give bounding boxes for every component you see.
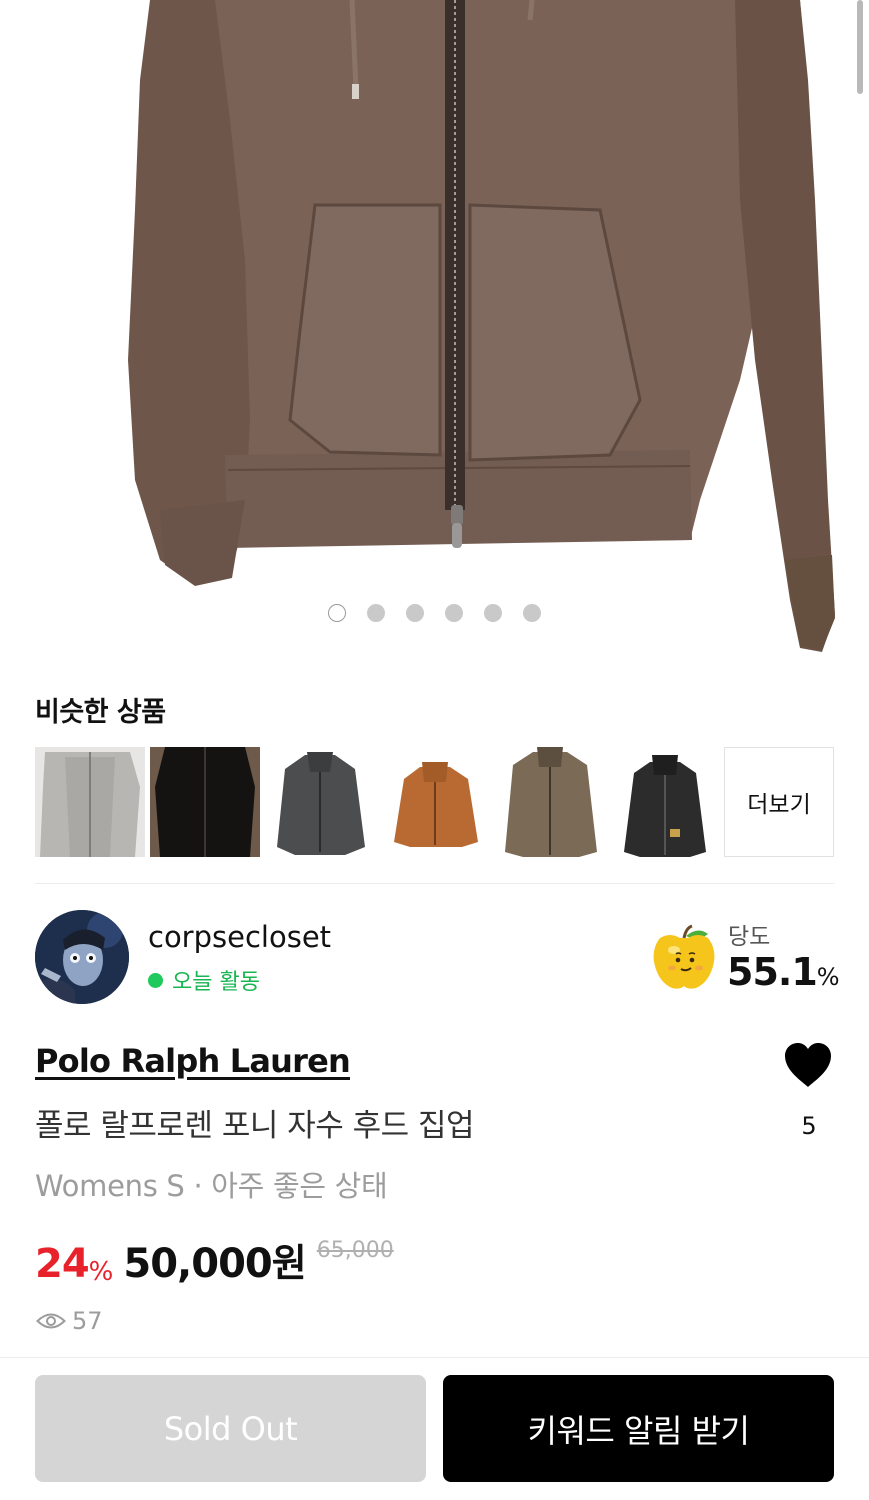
similar-product-thumb-gray[interactable] (35, 747, 145, 857)
product-size-condition: Womens S · 아주 좋은 상태 (35, 1169, 388, 1203)
like-count: 5 (801, 1112, 817, 1140)
apple-icon (650, 924, 718, 992)
price-currency: 원 (271, 1241, 307, 1285)
similar-product-thumb-orange[interactable] (380, 747, 490, 857)
scrollbar[interactable] (857, 0, 863, 94)
carousel-dot[interactable] (484, 604, 502, 622)
discount-rate: 24 (35, 1241, 90, 1287)
price-row: 24 % 50,000 원 65,000 (35, 1232, 394, 1287)
product-photo (128, 0, 835, 652)
section-divider (35, 883, 834, 884)
seller-name[interactable]: corpsecloset (148, 920, 331, 954)
heart-icon (785, 1043, 831, 1087)
carousel-dot[interactable] (445, 604, 463, 622)
similar-product-thumb-brown[interactable] (495, 747, 605, 857)
sweetness-label: 당도 (728, 924, 771, 950)
keyword-alert-button[interactable]: 키워드 알림 받기 (443, 1375, 834, 1482)
more-similar-button[interactable]: 더보기 (724, 747, 834, 857)
activity-status-text: 오늘 활동 (172, 970, 260, 995)
brand-link[interactable]: Polo Ralph Lauren (35, 1042, 351, 1080)
carousel-dot[interactable] (328, 604, 346, 622)
view-count-value: 57 (72, 1307, 103, 1335)
sweetness-unit: % (816, 963, 840, 991)
sweetness-value: 55.1 (727, 950, 818, 994)
carousel-dots (0, 604, 869, 622)
original-price: 65,000 (316, 1238, 394, 1263)
product-image-gallery[interactable] (0, 0, 869, 660)
similar-products-list (35, 747, 720, 857)
discount-unit: % (88, 1257, 114, 1287)
product-title: 폴로 랄프로렌 포니 자수 후드 집업 (35, 1108, 475, 1144)
similar-products-title: 비슷한 상품 (35, 697, 166, 728)
carousel-dot[interactable] (367, 604, 385, 622)
similar-product-thumb-black-hoodie[interactable] (610, 747, 720, 857)
similar-product-thumb-black[interactable] (150, 747, 260, 857)
view-count: 57 (36, 1307, 103, 1335)
online-status-dot (148, 972, 163, 988)
sale-price: 50,000 (123, 1241, 272, 1287)
seller-avatar[interactable] (35, 910, 129, 1004)
like-button[interactable] (783, 1041, 833, 1089)
similar-product-thumb-charcoal[interactable] (265, 747, 375, 857)
sold-out-button[interactable]: Sold Out (35, 1375, 426, 1482)
bottom-bar-divider (0, 1357, 869, 1358)
seller-activity: 오늘 활동 (148, 964, 260, 996)
eye-icon (36, 1313, 66, 1329)
sweetness-score[interactable]: 55.1% (727, 950, 840, 994)
carousel-dot[interactable] (523, 604, 541, 622)
carousel-dot[interactable] (406, 604, 424, 622)
